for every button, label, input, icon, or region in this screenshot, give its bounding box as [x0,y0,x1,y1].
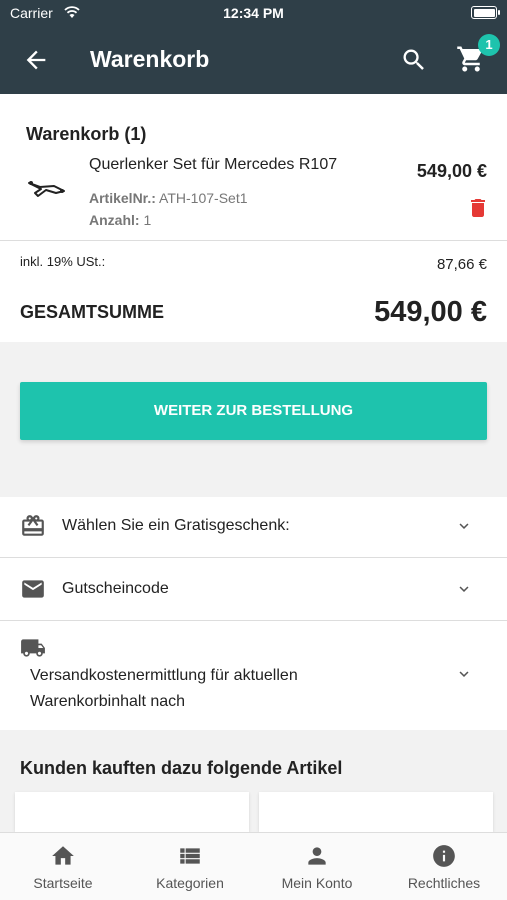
sku-label: ArtikelNr.: [89,190,156,206]
recommendation-card[interactable] [15,792,249,832]
chevron-down-icon[interactable] [455,665,473,683]
search-icon[interactable] [400,46,428,74]
sku-value: ATH-107-Set1 [159,190,248,206]
product-image[interactable] [26,178,68,200]
total-value: 549,00 € [374,296,487,328]
shipping-section[interactable]: Versandkostenermittlung für aktuellen Wa… [0,621,507,730]
divider [0,240,507,241]
cart-count-badge: 1 [478,34,500,56]
bottom-tab-bar: Startseite Kategorien Mein Konto Rechtli… [0,832,507,900]
tab-mein-konto[interactable]: Mein Konto [254,833,380,900]
product-name[interactable]: Querlenker Set für Mercedes R107 [89,156,337,174]
quantity-value: 1 [143,212,152,228]
back-arrow-icon[interactable] [22,46,50,74]
clock: 12:34 PM [223,5,284,21]
total-label: GESAMTSUMME [20,302,164,322]
tab-label: Startseite [33,875,93,891]
product-quantity: Anzahl: 1 [89,212,151,228]
gift-label: Wählen Sie ein Gratisgeschenk: [62,517,290,534]
recommendations-title: Kunden kauften dazu folgende Artikel [20,758,343,778]
tab-startseite[interactable]: Startseite [0,833,126,900]
info-icon [433,845,455,867]
tab-kategorien[interactable]: Kategorien [127,833,253,900]
voucher-label: Gutscheincode [62,580,169,597]
battery-icon [471,6,500,19]
status-bar: Carrier 12:34 PM [0,0,507,26]
tab-label: Mein Konto [281,875,353,891]
recommendation-card[interactable] [259,792,493,832]
item-price: 549,00 € [416,161,487,181]
checkout-button[interactable]: WEITER ZUR BESTELLUNG [20,382,487,440]
chevron-down-icon[interactable] [455,580,473,598]
shipping-label-line2: Warenkorbinhalt nach [30,693,186,710]
app-bar: Warenkorb 1 [0,26,507,94]
person-icon [308,847,326,865]
delete-icon[interactable] [466,196,490,220]
recommendations-section: Kunden kauften dazu folgende Artikel [0,730,507,832]
tab-rechtliches[interactable]: Rechtliches [381,833,507,900]
gift-section[interactable]: Wählen Sie ein Gratisgeschenk: [0,497,507,557]
tax-label: inkl. 19% USt.: [20,254,106,269]
envelope-icon [22,580,44,598]
quantity-label: Anzahl: [89,212,140,228]
tab-label: Kategorien [156,875,224,891]
product-sku: ArtikelNr.: ATH-107-Set1 [89,190,248,206]
tab-label: Rechtliches [407,875,481,891]
list-icon [180,848,200,864]
page-title: Warenkorb [90,46,210,72]
shipping-label-line1: Versandkostenermittlung für aktuellen [30,667,298,684]
chevron-down-icon[interactable] [455,517,473,535]
cart-heading: Warenkorb (1) [26,124,147,144]
voucher-section[interactable]: Gutscheincode [0,558,507,620]
truck-icon [21,639,45,657]
home-icon [52,846,74,865]
gift-icon [22,515,44,536]
cart-summary-card: Warenkorb (1) Querlenker Set für Mercede… [0,94,507,342]
tax-value: 87,66 € [436,256,487,273]
